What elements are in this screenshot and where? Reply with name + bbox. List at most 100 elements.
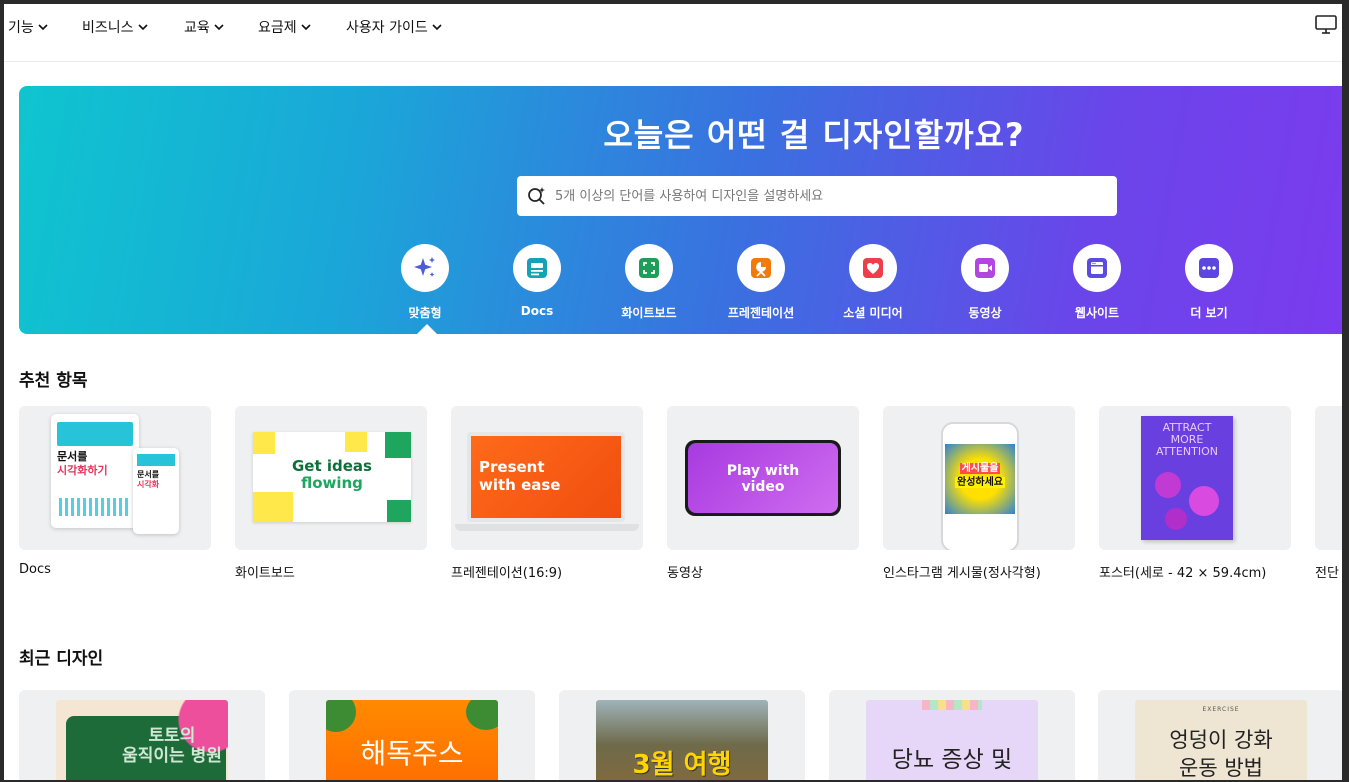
recommended-thumbnail: Get ideas flowing	[235, 406, 427, 550]
recent-design-card[interactable]: 토토의 움직이는 병원	[19, 690, 265, 780]
phone-portrait: 게시물을 완성하세요	[941, 422, 1019, 550]
category-docs-circle	[513, 244, 561, 292]
category-video[interactable]: 동영상	[935, 244, 1035, 321]
category-label: 더 보기	[1190, 306, 1228, 320]
recommended-item-flyer[interactable]: 전단	[1315, 406, 1342, 581]
recommended-item-instagram-post[interactable]: 게시물을 완성하세요 인스타그램 게시물(정사각형)	[883, 406, 1075, 581]
laptop-screen: Present with ease	[467, 432, 625, 522]
recent-design-card[interactable]: 당뇨 증상 및	[829, 690, 1075, 780]
video-thumb-text: Play with video	[726, 463, 800, 495]
top-navigation: 기능 비즈니스 교육 요금제 사용자 가이드	[4, 4, 1342, 62]
design-search-bar[interactable]	[517, 176, 1117, 216]
recommended-thumbnail: ATTRACT MORE ATTENTION	[1099, 406, 1291, 550]
category-shortcuts: 맞춤형 Docs 화이트보드 프레젠테이션 소셜 미디어 동영상 웹사이트 더 …	[19, 244, 1342, 324]
recent-designs-title: 최근 디자인	[19, 649, 104, 669]
category-label: 프레젠테이션	[727, 306, 795, 320]
recommended-thumbnail: Present with ease	[451, 406, 643, 550]
recommended-thumbnail: Play with video	[667, 406, 859, 550]
video-icon	[975, 258, 995, 278]
category-custom[interactable]: 맞춤형	[375, 244, 475, 321]
chevron-down-icon	[301, 24, 311, 31]
doc-page-large: 문서를 시각화하기	[51, 414, 139, 528]
nav-item-business[interactable]: 비즈니스	[82, 17, 149, 37]
recommended-label: 동영상	[667, 566, 703, 581]
chevron-down-icon	[214, 24, 224, 31]
recommended-item-whiteboard[interactable]: Get ideas flowing 화이트보드	[235, 406, 427, 581]
recent-design-thumbnail: EXERCISE 엉덩이 강화 운동 방법	[1135, 700, 1307, 780]
design-bunting	[922, 700, 982, 710]
category-label: 맞춤형	[408, 306, 442, 320]
poster-sheet: ATTRACT MORE ATTENTION	[1141, 416, 1233, 540]
recent-design-thumbnail: 당뇨 증상 및	[866, 700, 1038, 780]
recent-design-card[interactable]: 해독주스	[289, 690, 535, 780]
recent-design-thumbnail: 3월 여행	[596, 700, 768, 780]
search-input[interactable]	[555, 188, 1095, 204]
website-icon	[1087, 258, 1107, 278]
sticky-note	[385, 432, 411, 458]
app-window: 기능 비즈니스 교육 요금제 사용자 가이드 오늘은 어떤 걸 디자인할까요? …	[4, 4, 1342, 780]
poster-flower	[1189, 486, 1219, 516]
recommended-item-video[interactable]: Play with video 동영상	[667, 406, 859, 581]
recommended-item-poster[interactable]: ATTRACT MORE ATTENTION 포스터(세로 - 42 × 59.…	[1099, 406, 1291, 581]
category-label: Docs	[520, 304, 554, 318]
heart-icon	[863, 258, 883, 278]
doc-mobile-header	[137, 454, 175, 466]
category-label: 동영상	[968, 306, 1002, 320]
recent-design-text: 토토의 움직이는 병원	[122, 726, 222, 766]
category-more[interactable]: 더 보기	[1159, 244, 1259, 321]
category-label: 화이트보드	[621, 306, 677, 320]
instagram-thumb-text: 게시물을 완성하세요	[955, 463, 1005, 488]
presentation-thumb-text: Present with ease	[479, 458, 561, 494]
recommended-item-docs[interactable]: 문서를 시각화하기 문서를 시각화 Docs	[19, 406, 211, 577]
nav-item-features[interactable]: 기능	[8, 17, 49, 37]
nav-item-education[interactable]: 교육	[184, 17, 225, 37]
nav-item-pricing[interactable]: 요금제	[258, 17, 312, 37]
monitor-icon	[1315, 15, 1337, 34]
presentation-icon	[751, 258, 771, 278]
recent-design-text: 엉덩이 강화 운동 방법	[1169, 728, 1273, 780]
whiteboard-canvas: Get ideas flowing	[253, 432, 411, 522]
recommended-label: 프레젠테이션(16:9)	[451, 566, 563, 581]
category-website-circle	[1073, 244, 1121, 292]
hero-title: 오늘은 어떤 걸 디자인할까요?	[603, 116, 1025, 154]
phone-landscape: Play with video	[685, 440, 841, 516]
design-leaf-shape	[466, 700, 498, 730]
presentation-slide: Present with ease	[471, 436, 621, 518]
recent-design-small-text: EXERCISE	[1202, 706, 1240, 713]
nav-item-user-guide[interactable]: 사용자 가이드	[346, 17, 443, 37]
recent-design-text: 3월 여행	[632, 750, 732, 780]
laptop-base	[455, 524, 639, 531]
design-leaf-shape	[326, 700, 356, 732]
category-website[interactable]: 웹사이트	[1047, 244, 1147, 321]
recommended-label: 전단	[1315, 566, 1339, 581]
sticky-note	[253, 432, 275, 454]
recent-design-thumbnail: 토토의 움직이는 병원	[56, 700, 228, 780]
whiteboard-thumb-text: Get ideas flowing	[292, 457, 372, 492]
recent-design-card[interactable]: 3월 여행	[559, 690, 805, 780]
category-social-media[interactable]: 소셜 미디어	[823, 244, 923, 321]
recommended-title: 추천 항목	[19, 371, 88, 391]
category-whiteboard[interactable]: 화이트보드	[599, 244, 699, 321]
category-more-circle	[1185, 244, 1233, 292]
category-label: 웹사이트	[1074, 306, 1120, 320]
recommended-thumbnail: 문서를 시각화하기 문서를 시각화	[19, 406, 211, 550]
category-docs[interactable]: Docs	[487, 244, 587, 318]
desktop-app-button[interactable]	[1314, 14, 1338, 36]
poster-thumb-text: ATTRACT MORE ATTENTION	[1156, 421, 1218, 458]
recommended-item-presentation[interactable]: Present with ease 프레젠테이션(16:9)	[451, 406, 643, 581]
recommended-thumbnail	[1315, 406, 1342, 550]
sticky-note	[345, 432, 367, 452]
doc-mobile-title: 문서를 시각화	[137, 470, 160, 489]
category-social-media-circle	[849, 244, 897, 292]
recent-design-card[interactable]: EXERCISE 엉덩이 강화 운동 방법	[1098, 690, 1342, 780]
hero-banner: 오늘은 어떤 걸 디자인할까요? 맞춤형	[19, 86, 1342, 334]
category-presentation[interactable]: 프레젠테이션	[711, 244, 811, 321]
category-label: 소셜 미디어	[843, 306, 903, 320]
sticky-note	[253, 492, 293, 522]
recent-design-thumbnail: 해독주스	[326, 700, 498, 780]
poster-flower	[1155, 472, 1181, 498]
recent-design-text: 해독주스	[360, 737, 464, 770]
whiteboard-icon	[639, 258, 659, 278]
doc-page-mobile: 문서를 시각화	[133, 448, 179, 534]
poster-flower	[1165, 508, 1187, 530]
